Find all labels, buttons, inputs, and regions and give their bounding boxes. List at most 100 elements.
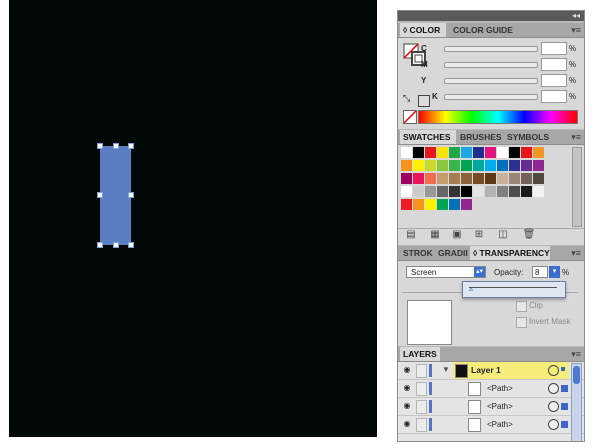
lock-toggle[interactable] xyxy=(416,400,427,414)
tab-gradient[interactable]: GRADII xyxy=(435,246,469,260)
layer-row[interactable]: ◉ <Path> xyxy=(398,380,584,398)
layer-row[interactable]: ◉ <Path> xyxy=(398,416,584,434)
color-swatch[interactable] xyxy=(413,199,424,210)
panel-menu-icon[interactable]: ▾≡ xyxy=(571,131,581,143)
color-swatch[interactable] xyxy=(401,160,412,171)
lock-toggle[interactable] xyxy=(416,382,427,396)
magenta-slider[interactable] xyxy=(444,62,538,68)
lock-toggle[interactable] xyxy=(416,364,427,378)
new-color-group-icon[interactable]: ⊞ xyxy=(472,229,486,241)
color-swatch[interactable] xyxy=(497,173,508,184)
tab-swatches[interactable]: SWATCHES xyxy=(400,130,456,144)
layer-row[interactable]: ◉ ▼ Layer 1 xyxy=(398,362,584,380)
color-swatch[interactable] xyxy=(497,186,508,197)
color-swatch[interactable] xyxy=(485,173,496,184)
layer-row[interactable]: ◉ <Path> xyxy=(398,398,584,416)
panel-menu-icon[interactable]: ▾≡ xyxy=(571,247,581,259)
color-swatch[interactable] xyxy=(401,199,412,210)
color-swatch[interactable] xyxy=(509,186,520,197)
color-swatch[interactable] xyxy=(437,147,448,158)
color-swatch[interactable] xyxy=(425,186,436,197)
color-spectrum[interactable] xyxy=(418,110,578,124)
color-swatch[interactable] xyxy=(425,147,436,158)
delete-swatch-icon[interactable]: 🗑 xyxy=(522,229,536,241)
color-swatch[interactable] xyxy=(449,186,460,197)
selection-indicator[interactable] xyxy=(561,385,568,392)
magenta-input[interactable] xyxy=(541,58,567,71)
clip-checkbox[interactable] xyxy=(516,301,527,312)
new-swatch-icon[interactable]: ◫ xyxy=(496,229,510,241)
tab-transparency[interactable]: ◊ TRANSPARENCY xyxy=(470,246,550,260)
visibility-eye-icon[interactable]: ◉ xyxy=(402,401,412,410)
swap-icon[interactable]: ⤡ xyxy=(403,93,415,103)
show-swatch-kinds-icon[interactable]: ▦ xyxy=(428,229,442,241)
tab-symbols[interactable]: SYMBOLS xyxy=(504,130,552,144)
handle-bottom-left[interactable] xyxy=(97,242,103,248)
selection-indicator[interactable] xyxy=(561,403,568,410)
target-circle-icon[interactable] xyxy=(548,419,559,430)
color-swatch[interactable] xyxy=(533,160,544,171)
color-swatch[interactable] xyxy=(425,173,436,184)
handle-top-right[interactable] xyxy=(128,143,134,149)
handle-middle-right[interactable] xyxy=(128,192,134,198)
tab-color[interactable]: ◊ COLOR xyxy=(400,23,446,37)
tab-layers[interactable]: LAYERS xyxy=(400,347,440,361)
color-swatch[interactable] xyxy=(521,173,532,184)
panel-menu-icon[interactable]: ▾≡ xyxy=(571,348,581,360)
expand-triangle-icon[interactable]: ▼ xyxy=(442,365,450,374)
target-circle-icon[interactable] xyxy=(548,365,559,376)
canvas-area[interactable] xyxy=(0,0,385,448)
selection-indicator[interactable] xyxy=(561,421,568,428)
color-swatch[interactable] xyxy=(485,186,496,197)
color-swatch[interactable] xyxy=(509,173,520,184)
artboard[interactable] xyxy=(9,0,377,437)
color-swatch[interactable] xyxy=(461,147,472,158)
dock-header[interactable]: ◂◂ xyxy=(398,11,584,21)
layer-name-cell[interactable]: Layer 1 xyxy=(453,362,569,379)
color-swatch[interactable] xyxy=(413,173,424,184)
color-swatch[interactable] xyxy=(497,160,508,171)
color-swatch[interactable] xyxy=(521,160,532,171)
blend-mode-dropdown[interactable]: Screen ▴▾ xyxy=(406,266,486,278)
color-swatch[interactable] xyxy=(497,147,508,158)
cyan-slider[interactable] xyxy=(444,46,538,52)
color-swatch[interactable] xyxy=(449,160,460,171)
color-swatch[interactable] xyxy=(473,147,484,158)
color-swatch[interactable] xyxy=(521,186,532,197)
color-swatch[interactable] xyxy=(521,147,532,158)
swatch-options-icon[interactable]: ▣ xyxy=(450,229,464,241)
color-swatch[interactable] xyxy=(437,160,448,171)
color-swatch[interactable] xyxy=(401,173,412,184)
default-colors-icon[interactable] xyxy=(418,95,430,107)
color-swatch[interactable] xyxy=(533,173,544,184)
color-swatch[interactable] xyxy=(437,186,448,197)
visibility-eye-icon[interactable]: ◉ xyxy=(402,419,412,428)
tab-brushes[interactable]: BRUSHES xyxy=(457,130,503,144)
color-swatch[interactable] xyxy=(425,199,436,210)
panel-menu-icon[interactable]: ▾≡ xyxy=(571,24,581,36)
lock-toggle[interactable] xyxy=(416,418,427,432)
color-swatch[interactable] xyxy=(413,186,424,197)
black-slider[interactable] xyxy=(444,94,538,100)
selected-rectangle[interactable] xyxy=(100,146,131,245)
target-circle-icon[interactable] xyxy=(548,383,559,394)
yellow-input[interactable] xyxy=(541,74,567,87)
color-swatch[interactable] xyxy=(437,173,448,184)
opacity-input[interactable]: 8 xyxy=(532,266,548,278)
scroll-thumb[interactable] xyxy=(573,366,580,384)
handle-bottom-center[interactable] xyxy=(113,242,119,248)
yellow-slider[interactable] xyxy=(444,78,538,84)
color-swatch[interactable] xyxy=(509,147,520,158)
swatch-libraries-icon[interactable]: ▤ xyxy=(404,229,418,241)
color-swatch[interactable] xyxy=(401,186,412,197)
color-swatch[interactable] xyxy=(461,173,472,184)
color-swatch[interactable] xyxy=(509,160,520,171)
color-swatch[interactable] xyxy=(473,186,484,197)
handle-top-center[interactable] xyxy=(113,143,119,149)
collapse-icon[interactable]: ◂◂ xyxy=(572,11,580,21)
tab-color-guide[interactable]: COLOR GUIDE xyxy=(450,23,514,37)
opacity-slider-track[interactable] xyxy=(469,287,557,288)
color-swatch[interactable] xyxy=(449,173,460,184)
color-swatch[interactable] xyxy=(437,199,448,210)
color-swatch[interactable] xyxy=(401,147,412,158)
